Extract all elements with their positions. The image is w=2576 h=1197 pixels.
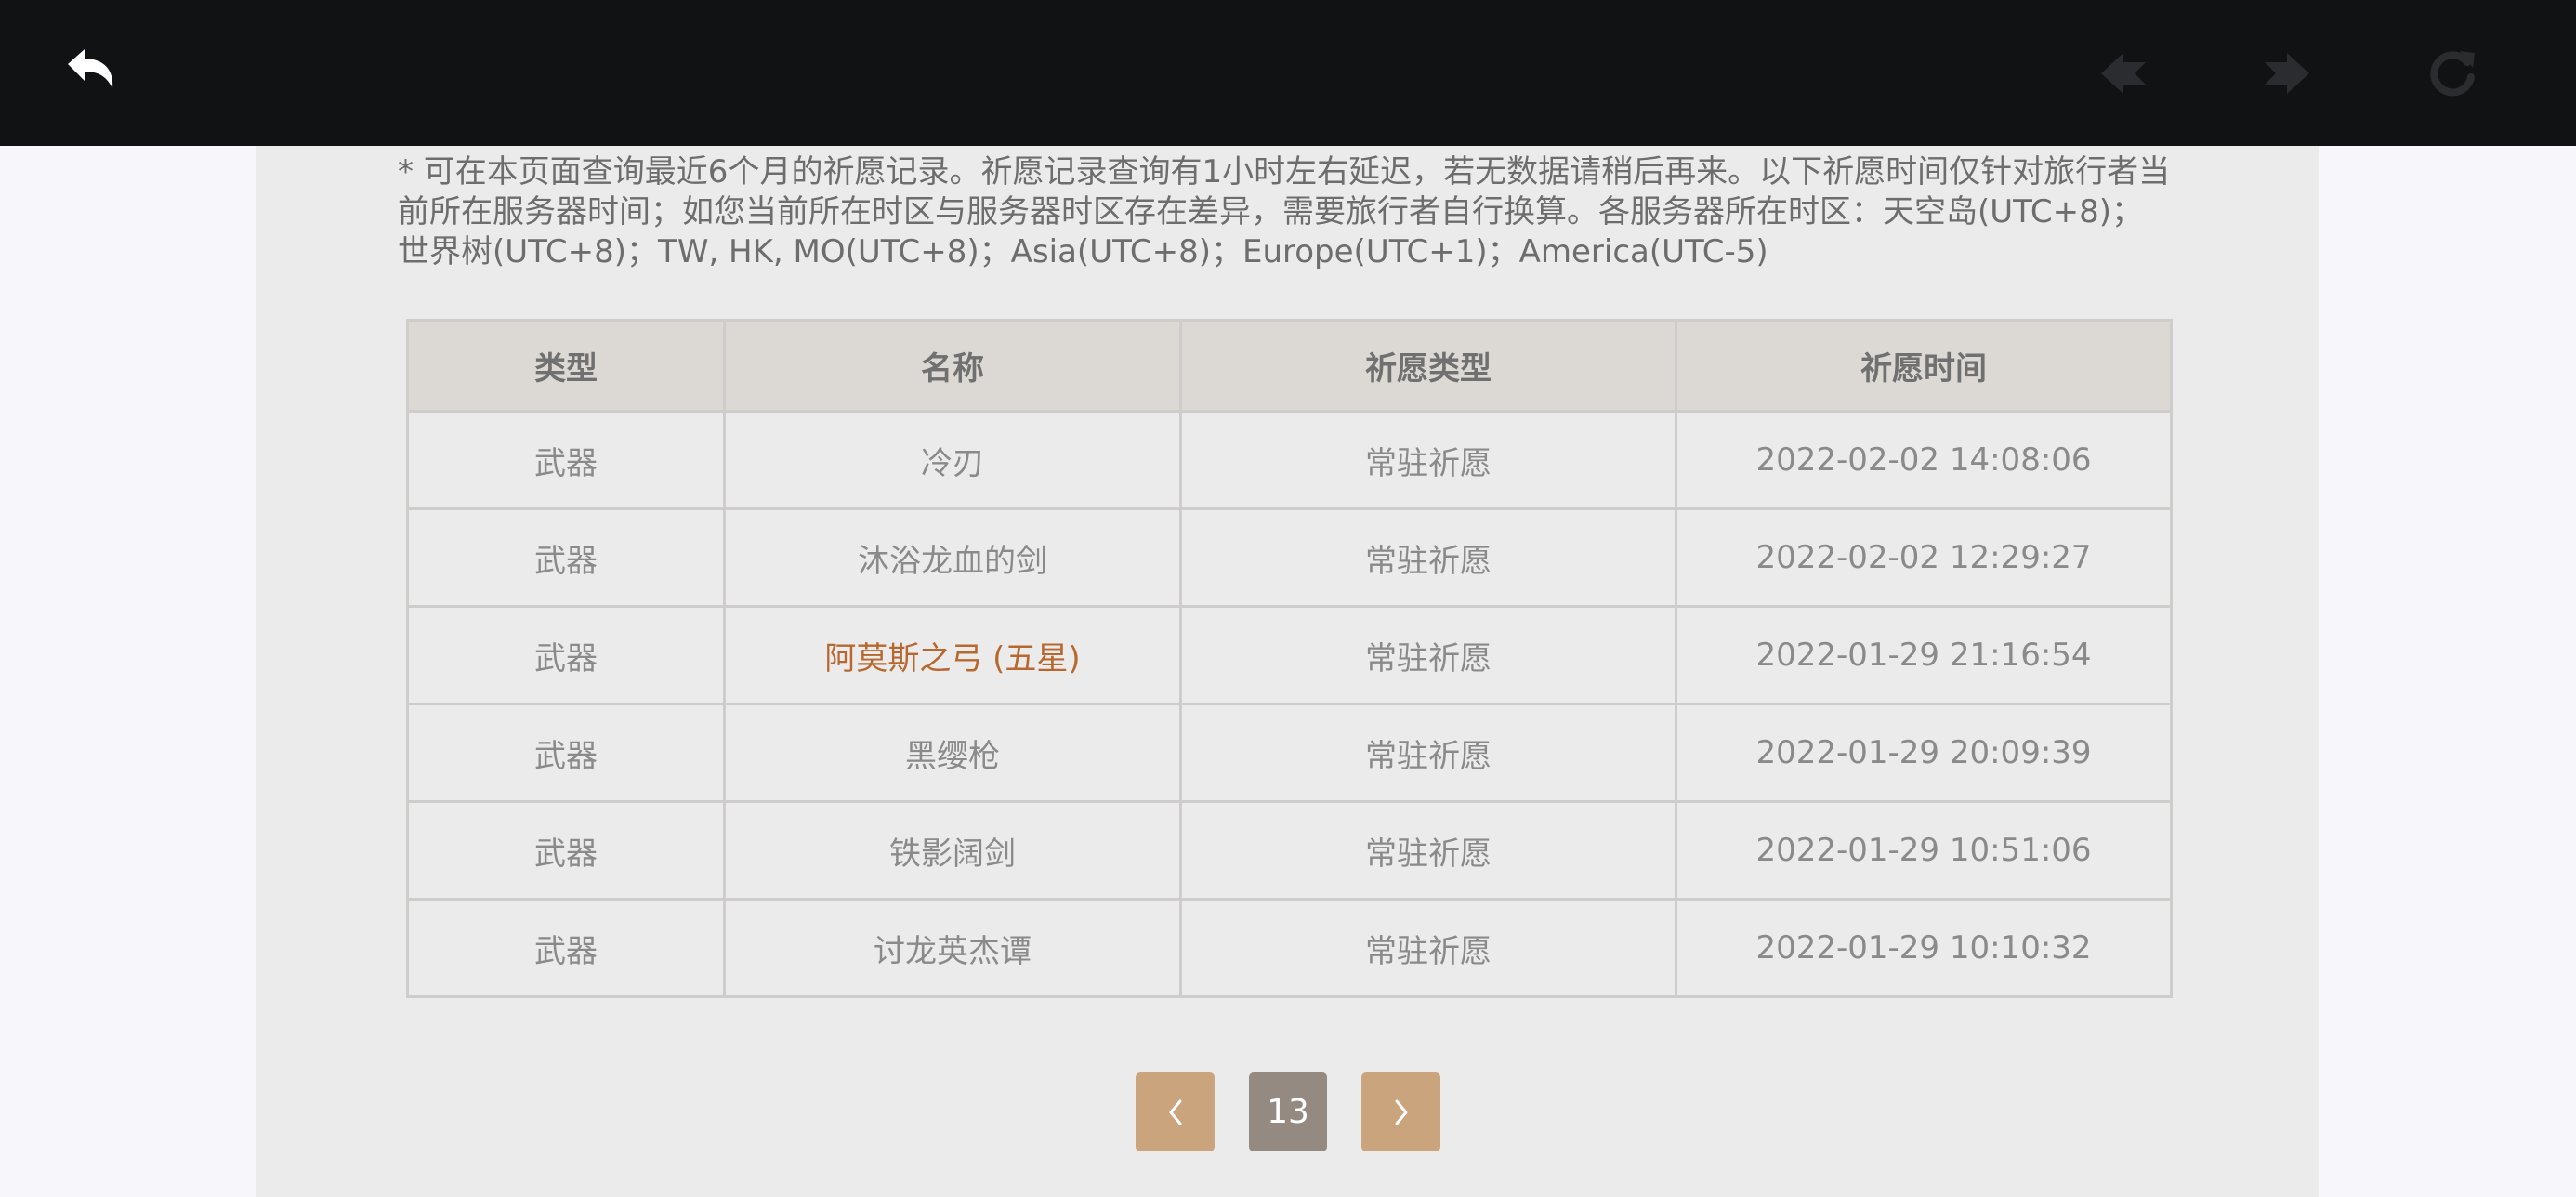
cell-wish-type: 常驻祈愿 — [1179, 800, 1677, 901]
cell-name: 冷刃 — [723, 410, 1182, 510]
cell-type: 武器 — [406, 898, 726, 998]
next-page-button[interactable] — [1361, 1072, 1440, 1151]
back-button[interactable] — [58, 41, 123, 106]
cell-name: 讨龙英杰谭 — [723, 898, 1182, 998]
cell-wish-type: 常驻祈愿 — [1179, 898, 1677, 998]
chevron-left-icon — [1169, 1099, 1181, 1125]
table-header-row: 类型 名称 祈愿类型 祈愿时间 — [406, 319, 2173, 413]
table-row: 武器 阿莫斯之弓 (五星) 常驻祈愿 2022-01-29 21:16:54 — [406, 605, 2173, 705]
cell-type: 武器 — [406, 605, 726, 705]
nav-next-icon — [2265, 53, 2309, 94]
cell-type: 武器 — [406, 507, 726, 608]
cell-time: 2022-01-29 10:51:06 — [1675, 800, 2173, 901]
nav-prev-button[interactable] — [2091, 41, 2156, 106]
nav-next-button[interactable] — [2254, 41, 2320, 106]
cell-name: 铁影阔剑 — [723, 800, 1182, 901]
cell-name: 沐浴龙血的剑 — [723, 507, 1182, 608]
reload-icon — [2430, 51, 2475, 97]
nav-prev-icon — [2101, 53, 2146, 94]
cell-wish-type: 常驻祈愿 — [1179, 703, 1677, 803]
cell-wish-type: 常驻祈愿 — [1179, 507, 1677, 608]
table-row: 武器 讨龙英杰谭 常驻祈愿 2022-01-29 10:10:32 — [406, 898, 2173, 998]
cell-time: 2022-02-02 12:29:27 — [1675, 507, 2173, 608]
browser-toolbar — [0, 0, 2576, 146]
header-wish-type: 祈愿类型 — [1179, 319, 1677, 413]
prev-page-button[interactable] — [1136, 1072, 1215, 1151]
header-wish-time: 祈愿时间 — [1675, 319, 2173, 413]
cell-type: 武器 — [406, 703, 726, 803]
cell-time: 2022-01-29 20:09:39 — [1675, 703, 2173, 803]
cell-time: 2022-02-02 14:08:06 — [1675, 410, 2173, 510]
wish-history-table: 类型 名称 祈愿类型 祈愿时间 武器 冷刃 常驻祈愿 2022-02-02 14… — [406, 319, 2173, 998]
cell-time: 2022-01-29 21:16:54 — [1675, 605, 2173, 705]
table-row: 武器 铁影阔剑 常驻祈愿 2022-01-29 10:51:06 — [406, 800, 2173, 901]
cell-type: 武器 — [406, 410, 726, 510]
cell-name: 黑缨枪 — [723, 703, 1182, 803]
header-type: 类型 — [406, 319, 726, 413]
header-name: 名称 — [723, 319, 1182, 413]
cell-time: 2022-01-29 10:10:32 — [1675, 898, 2173, 998]
chevron-right-icon — [1395, 1099, 1407, 1125]
cell-wish-type: 常驻祈愿 — [1179, 410, 1677, 510]
cell-wish-type: 常驻祈愿 — [1179, 605, 1677, 705]
reload-button[interactable] — [2420, 41, 2485, 106]
cell-type: 武器 — [406, 800, 726, 901]
back-arrow-icon — [68, 49, 113, 88]
cell-name-five-star: 阿莫斯之弓 (五星) — [723, 605, 1182, 705]
table-row: 武器 黑缨枪 常驻祈愿 2022-01-29 20:09:39 — [406, 703, 2173, 803]
notice-text: * 可在本页面查询最近6个月的祈愿记录。祈愿记录查询有1小时左右延迟，若无数据请… — [398, 153, 2171, 270]
current-page-indicator: 13 — [1249, 1072, 1327, 1151]
table-row: 武器 冷刃 常驻祈愿 2022-02-02 14:08:06 — [406, 410, 2173, 510]
table-row: 武器 沐浴龙血的剑 常驻祈愿 2022-02-02 12:29:27 — [406, 507, 2173, 608]
